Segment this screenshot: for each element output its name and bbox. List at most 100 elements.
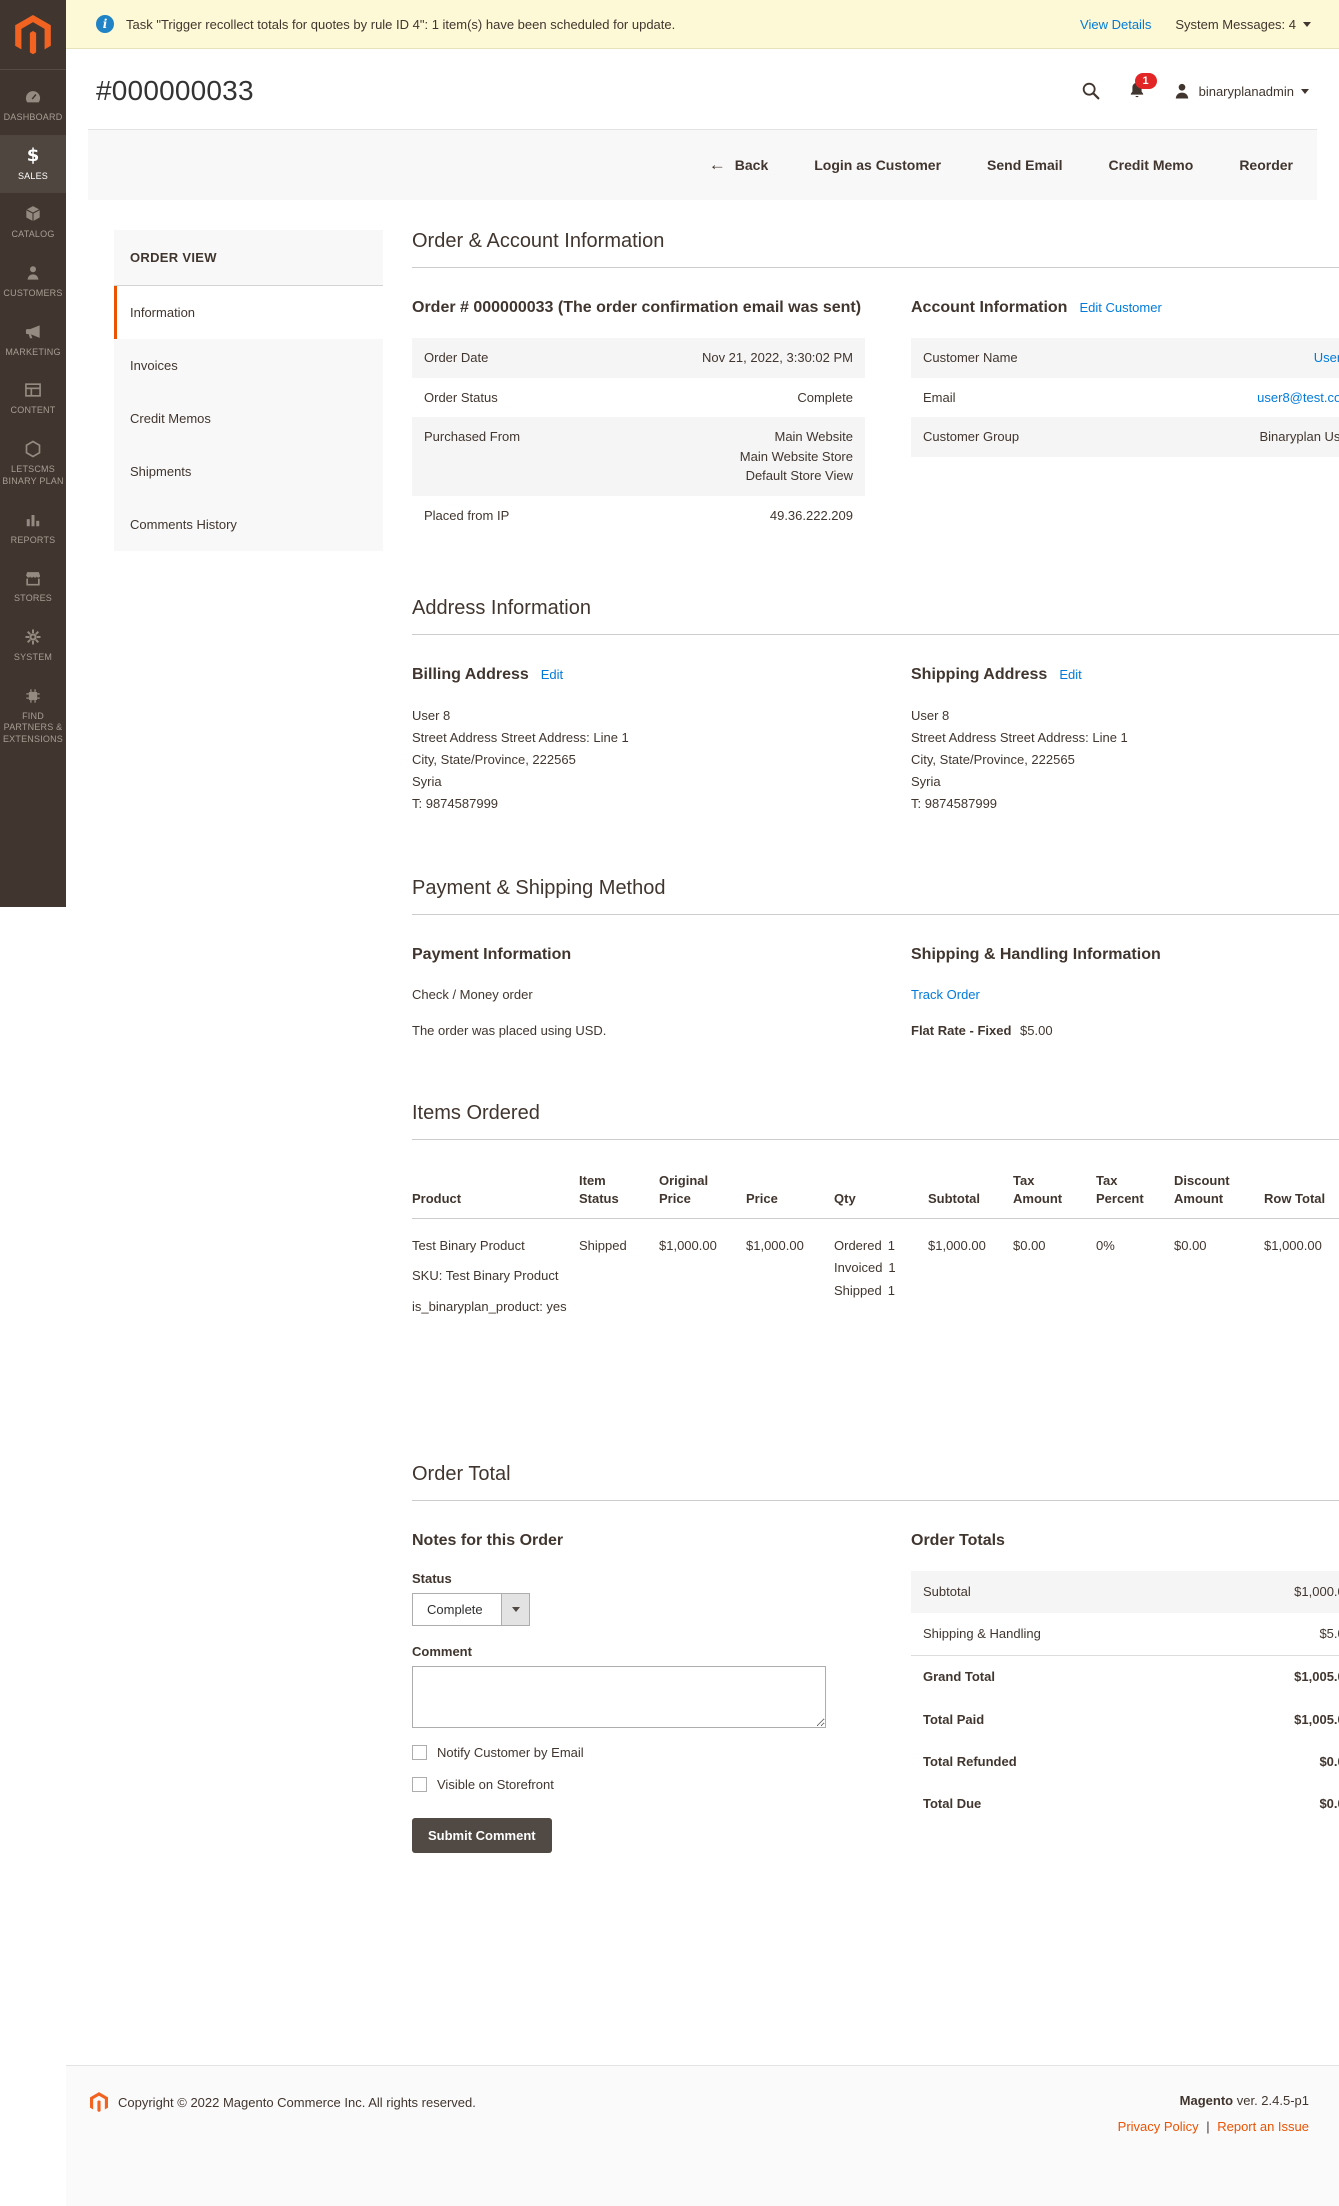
header-actions: 1 binaryplanadmin <box>1080 80 1309 102</box>
customer-group-row: Customer Group Binaryplan User <box>911 417 1339 457</box>
app-root: DASHBOARD $ SALES CATALOG CUSTOMERS <box>0 0 1339 2206</box>
system-message-bar: i Task "Trigger recollect totals for quo… <box>66 0 1339 49</box>
menu-item-credit-memos[interactable]: Credit Memos <box>114 392 383 445</box>
admin-username: binaryplanadmin <box>1199 84 1294 99</box>
section-title: Items Ordered <box>412 1102 1339 1140</box>
address-line: T: 9874587999 <box>412 793 865 815</box>
address-line: Syria <box>911 771 1339 793</box>
address-section: Address Information Billing Address Edit… <box>412 597 1339 815</box>
edit-customer-link[interactable]: Edit Customer <box>1079 300 1161 315</box>
order-total-section: Order Total Notes for this Order Status … <box>412 1463 1339 1853</box>
row-value: Binaryplan User <box>1139 417 1339 457</box>
edit-billing-address-link[interactable]: Edit <box>541 667 563 682</box>
privacy-policy-link[interactable]: Privacy Policy <box>1118 2119 1199 2134</box>
sidebar-item-content[interactable]: CONTENT <box>0 369 66 428</box>
edit-shipping-address-link[interactable]: Edit <box>1059 667 1081 682</box>
row-label: Email <box>911 378 1139 418</box>
status-select[interactable]: Complete <box>412 1593 530 1626</box>
section-title: Address Information <box>412 597 1339 635</box>
row-label: Order Date <box>412 338 596 378</box>
admin-user-menu[interactable]: binaryplanadmin <box>1172 81 1309 101</box>
total-refunded-row: Total Refunded $0.00 <box>911 1741 1339 1783</box>
row-label: Customer Group <box>911 417 1139 457</box>
page-title: #000000033 <box>96 75 254 107</box>
status-select-toggle[interactable] <box>501 1594 529 1625</box>
sidebar-item-catalog[interactable]: CATALOG <box>0 193 66 252</box>
page-actions-toolbar: ← Back Login as Customer Send Email Cred… <box>88 129 1317 200</box>
address-line: User 8 <box>412 705 865 727</box>
shipping-address-text: User 8 Street Address Street Address: Li… <box>911 705 1339 815</box>
total-value: $0.00 <box>1198 1783 1339 1825</box>
reorder-button[interactable]: Reorder <box>1239 157 1293 173</box>
menu-item-comments-history[interactable]: Comments History <box>114 498 383 551</box>
credit-memo-button[interactable]: Credit Memo <box>1109 157 1194 173</box>
price-cell: $1,000.00 <box>746 1218 834 1333</box>
menu-item-information[interactable]: Information <box>114 286 383 339</box>
menu-item-invoices[interactable]: Invoices <box>114 339 383 392</box>
payment-information-block: Payment Information Check / Money order … <box>412 943 865 1040</box>
status-select-value: Complete <box>413 1594 501 1625</box>
items-ordered-section: Items Ordered Product Item Status Origin… <box>412 1102 1339 1333</box>
sidebar-item-label: CONTENT <box>2 405 64 417</box>
page-area: i Task "Trigger recollect totals for quo… <box>66 0 1339 2206</box>
report-issue-link[interactable]: Report an Issue <box>1217 2119 1309 2134</box>
shipping-address-block: Shipping Address Edit User 8 Street Addr… <box>911 663 1339 815</box>
search-button[interactable] <box>1080 80 1102 102</box>
notification-count-badge: 1 <box>1135 73 1157 89</box>
footer-links: Privacy Policy | Report an Issue <box>1118 2118 1309 2136</box>
send-email-button[interactable]: Send Email <box>987 157 1062 173</box>
sidebar-item-dashboard[interactable]: DASHBOARD <box>0 76 66 135</box>
item-status-cell: Shipped <box>579 1218 659 1333</box>
menu-item-shipments[interactable]: Shipments <box>114 445 383 498</box>
sidebar-item-sales[interactable]: $ SALES <box>0 135 66 194</box>
comment-textarea[interactable] <box>412 1666 826 1728</box>
sidebar-item-label: SALES <box>2 171 64 183</box>
search-icon <box>1080 80 1102 102</box>
login-as-customer-button[interactable]: Login as Customer <box>814 157 941 173</box>
subtotal-row: Subtotal $1,000.00 <box>911 1571 1339 1613</box>
view-details-link[interactable]: View Details <box>1080 17 1151 32</box>
sidebar-item-label: FIND PARTNERS & EXTENSIONS <box>2 711 64 746</box>
total-value: $0.00 <box>1198 1741 1339 1783</box>
magento-logo-icon <box>15 15 51 56</box>
payment-method: Check / Money order <box>412 985 865 1005</box>
order-date-row: Order Date Nov 21, 2022, 3:30:02 PM <box>412 338 865 378</box>
sidebar-item-customers[interactable]: CUSTOMERS <box>0 252 66 311</box>
sidebar-item-stores[interactable]: STORES <box>0 557 66 616</box>
sidebar-item-label: DASHBOARD <box>2 112 64 124</box>
sidebar-item-system[interactable]: SYSTEM <box>0 616 66 675</box>
qty-label: Ordered <box>834 1236 882 1256</box>
sidebar-item-letscms-binary-plan[interactable]: LETSCMS BINARY PLAN <box>0 428 66 498</box>
shipping-info-title: Shipping & Handling Information <box>911 943 1339 967</box>
col-qty: Qty <box>834 1166 928 1218</box>
qty-cell: Ordered1 Invoiced1 Shipped1 <box>834 1218 928 1333</box>
row-value: Main Website Main Website Store Default … <box>596 417 865 496</box>
system-messages-label: System Messages: 4 <box>1175 17 1296 32</box>
customer-email-link[interactable]: user8@test.com <box>1257 390 1339 405</box>
system-messages-toggle[interactable]: System Messages: 4 <box>1175 17 1311 32</box>
sidebar-item-find-partners[interactable]: FIND PARTNERS & EXTENSIONS <box>0 675 66 757</box>
purchased-from-line: Main Website Store <box>608 447 853 467</box>
notifications-button[interactable]: 1 <box>1126 80 1148 102</box>
col-product: Product <box>412 1166 579 1218</box>
sidebar-item-reports[interactable]: REPORTS <box>0 499 66 558</box>
magento-logo[interactable] <box>0 0 66 70</box>
track-order-link[interactable]: Track Order <box>911 987 980 1002</box>
customer-name-link[interactable]: User 8 <box>1314 350 1339 365</box>
sidebar-item-label: CUSTOMERS <box>2 288 64 300</box>
notes-title: Notes for this Order <box>412 1529 865 1553</box>
dollar-icon: $ <box>2 146 64 166</box>
bar-chart-icon <box>2 510 64 530</box>
sidebar-item-marketing[interactable]: MARKETING <box>0 311 66 370</box>
order-info-title: Order # 000000033 (The order confirmatio… <box>412 296 865 320</box>
total-value: $1,005.00 <box>1198 1699 1339 1741</box>
notify-customer-checkbox[interactable] <box>412 1745 427 1760</box>
back-button[interactable]: ← Back <box>709 155 768 175</box>
shipping-amount: $5.00 <box>1020 1023 1053 1038</box>
section-title: Order & Account Information <box>412 230 1339 268</box>
page-header: #000000033 1 binaryplanadmin <box>66 49 1339 125</box>
submit-comment-button[interactable]: Submit Comment <box>412 1818 552 1853</box>
payment-currency-note: The order was placed using USD. <box>412 1021 865 1041</box>
total-label: Grand Total <box>911 1656 1198 1699</box>
visible-storefront-checkbox[interactable] <box>412 1777 427 1792</box>
